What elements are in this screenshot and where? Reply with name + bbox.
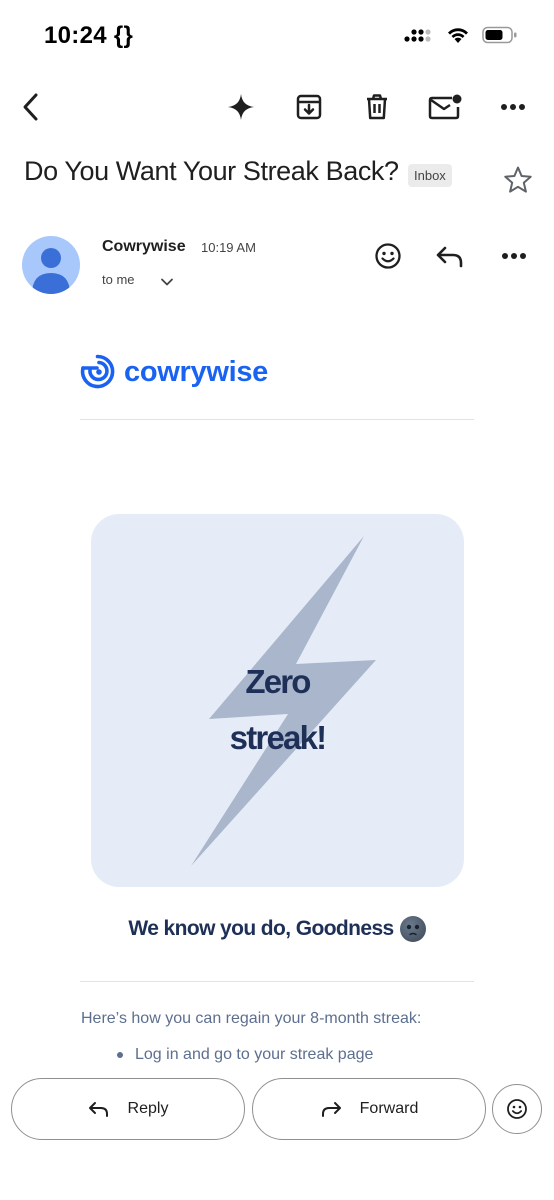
archive-icon xyxy=(296,94,322,120)
cellular-signal-icon xyxy=(404,26,434,49)
divider xyxy=(80,981,474,982)
reply-icon-button[interactable] xyxy=(430,236,470,276)
reply-icon xyxy=(88,1102,108,1117)
trash-icon xyxy=(367,94,387,120)
pleading-face-emoji-icon xyxy=(399,916,426,942)
sent-time: 10:19 AM xyxy=(201,240,256,255)
cowrywise-logo-icon xyxy=(80,354,115,389)
chevron-down-icon xyxy=(161,278,173,286)
avatar[interactable] xyxy=(22,236,80,294)
star-button[interactable] xyxy=(502,164,534,196)
reply-icon xyxy=(436,246,463,268)
bullet-dot xyxy=(117,1052,123,1058)
inbox-label-badge[interactable]: Inbox xyxy=(408,164,452,187)
mark-unread-icon xyxy=(428,94,462,120)
bottom-action-bar: Reply Forward xyxy=(0,1070,554,1200)
brand-name: cowrywise xyxy=(124,355,268,388)
hero-line-1: Zero xyxy=(245,663,311,700)
greeting-heading: We know you do, Goodness xyxy=(0,916,554,942)
message-more-button[interactable] xyxy=(494,236,534,276)
person-icon xyxy=(32,248,70,294)
recipient-details-toggle[interactable] xyxy=(160,274,174,292)
wifi-icon xyxy=(446,26,470,49)
greeting-text: We know you do, Goodness xyxy=(128,917,394,940)
emoji-react-button[interactable] xyxy=(492,1084,542,1134)
recipient-text[interactable]: to me xyxy=(102,272,135,287)
intro-paragraph: Here’s how you can regain your 8-month s… xyxy=(81,1010,422,1027)
hero-line-2: streak! xyxy=(229,719,327,756)
mark-unread-button[interactable] xyxy=(424,86,466,128)
forward-button[interactable]: Forward xyxy=(252,1078,486,1140)
forward-icon xyxy=(321,1102,341,1117)
list-item-text: Log in and go to your streak page xyxy=(135,1046,374,1063)
back-button[interactable] xyxy=(10,86,52,128)
status-time: 10:24 {} xyxy=(44,22,134,49)
sparkle-icon xyxy=(228,94,254,120)
hero-image: Zero streak! xyxy=(91,514,464,887)
forward-label: Forward xyxy=(359,1100,419,1117)
back-arrow-icon xyxy=(23,93,38,121)
status-bar: 10:24 {} xyxy=(0,0,554,70)
toolbar xyxy=(0,80,554,134)
sender-name[interactable]: Cowrywise xyxy=(102,238,186,256)
smiley-icon xyxy=(375,243,401,269)
email-subject: Do You Want Your Streak Back? xyxy=(24,156,399,186)
list-item: Log in and go to your streak page xyxy=(117,1046,373,1064)
reply-label: Reply xyxy=(127,1100,169,1117)
status-icons xyxy=(404,26,518,49)
archive-button[interactable] xyxy=(288,86,330,128)
star-icon xyxy=(504,166,532,193)
gemini-button[interactable] xyxy=(220,86,262,128)
divider xyxy=(80,419,474,420)
subject-row: Do You Want Your Streak Back? Inbox xyxy=(24,152,534,200)
battery-icon xyxy=(482,26,518,49)
sender-row: Cowrywise 10:19 AM to me xyxy=(22,236,532,300)
react-button[interactable] xyxy=(368,236,408,276)
reply-button[interactable]: Reply xyxy=(11,1078,245,1140)
more-options-button[interactable] xyxy=(492,86,534,128)
delete-button[interactable] xyxy=(356,86,398,128)
more-icon xyxy=(502,253,526,259)
smiley-icon xyxy=(507,1099,527,1119)
more-icon xyxy=(501,104,525,110)
hero-headline: Zero streak! xyxy=(91,654,464,766)
brand-logo[interactable]: cowrywise xyxy=(80,354,268,390)
